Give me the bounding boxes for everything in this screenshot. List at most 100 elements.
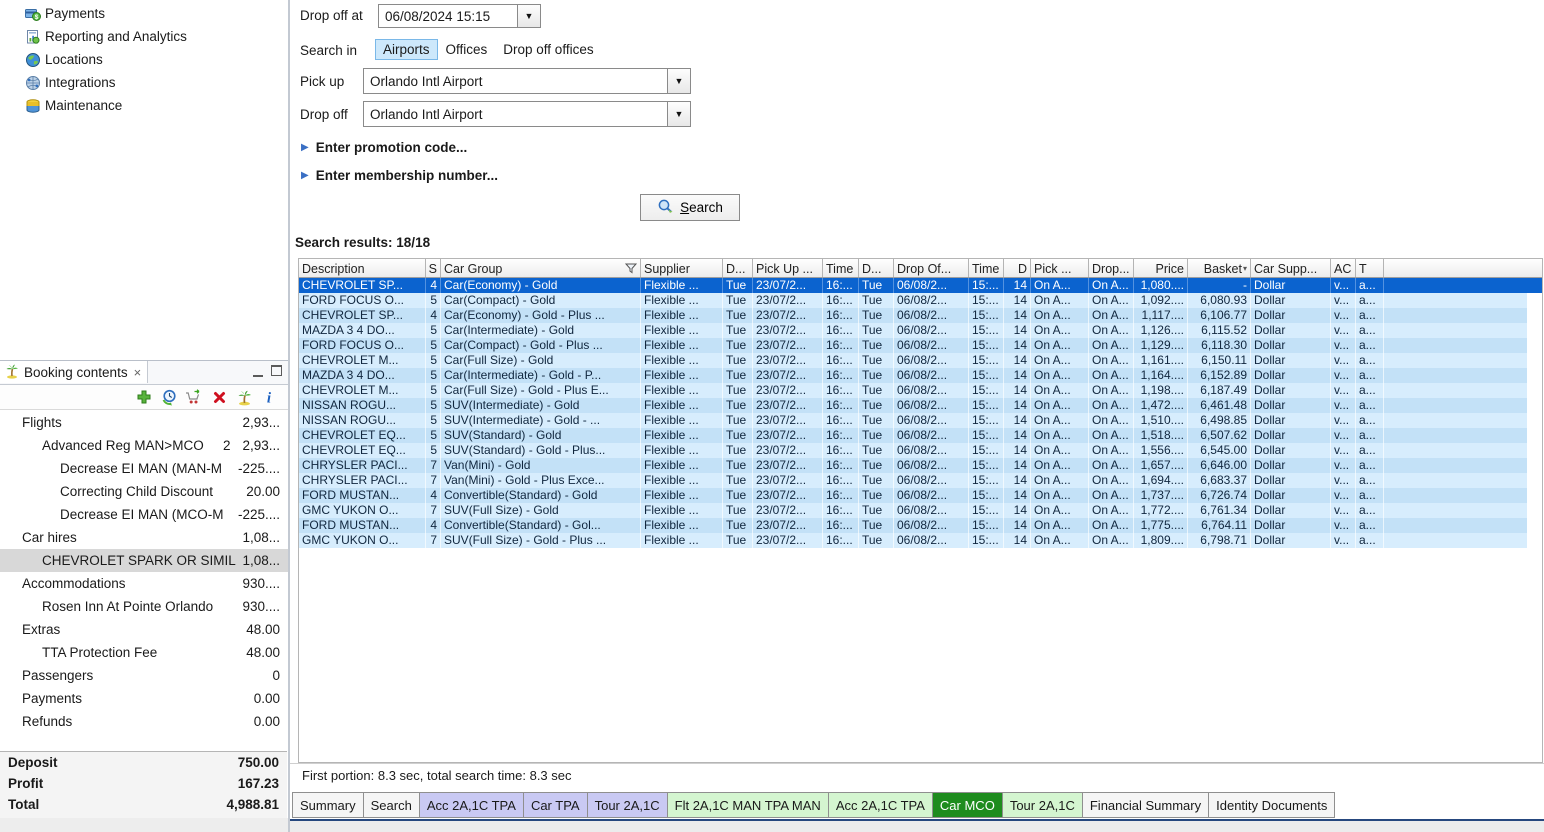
delete-icon[interactable] [210,388,228,406]
result-row[interactable]: CHRYSLER PACI... 7 Van(Mini) - Gold - Plus… [299,473,1527,488]
booking-tree-item-accommodations[interactable]: Accommodations 930.... [0,572,288,595]
booking-tree-item-decrease-ei-man-man-m[interactable]: Decrease EI MAN (MAN-M -225.... [0,457,288,480]
result-row[interactable]: CHEVROLET M... 5 Car(Full Size) - Gold Flex… [299,353,1527,368]
totals-row-total: Total 4,988.81 [8,797,279,812]
result-row[interactable]: CHEVROLET EQ... 5 SUV(Standard) - Gold Flex… [299,428,1527,443]
tab-financial-summary[interactable]: Financial Summary [1081,792,1210,818]
column-header-ac[interactable]: AC [1331,259,1356,277]
promotion-code-toggle[interactable]: ▶ Enter promotion code... [301,140,467,155]
search-in-option-drop-off-offices[interactable]: Drop off offices [495,39,601,60]
booking-tree-item-extras[interactable]: Extras 48.00 [0,618,288,641]
tab-acc-2a-1c-tpa[interactable]: Acc 2A,1C TPA [418,792,524,818]
column-header-time[interactable]: Time [823,259,859,277]
result-row[interactable]: CHEVROLET M... 5 Car(Full Size) - Gold - P… [299,383,1527,398]
column-header-description[interactable]: Description [299,259,426,277]
bottom-tab-bar: Summary Search Acc 2A,1C TPA Car TPA Tour 2A… [292,792,1336,818]
move-to-basket-icon[interactable] [185,388,203,406]
column-header-t[interactable]: T [1356,259,1384,277]
nav-item-payments[interactable]: $ Payments [0,2,288,25]
search-in-option-airports[interactable]: Airports [375,39,438,60]
chevron-down-icon[interactable]: ▼ [667,102,690,126]
results-table: Description S Car Group Supplier D... Pick Up… [298,258,1543,763]
tab-summary[interactable]: Summary [292,792,364,818]
booking-tree-item-decrease-ei-man-mco-m[interactable]: Decrease EI MAN (MCO-M -225.... [0,503,288,526]
booking-tree-item-refunds[interactable]: Refunds 0.00 [0,710,288,733]
tab-car-mco[interactable]: Car MCO [931,792,1003,818]
palm-tree-icon [4,363,20,382]
membership-number-toggle[interactable]: ▶ Enter membership number... [301,168,498,183]
result-row[interactable]: FORD FOCUS O... 5 Car(Compact) - Gold - Pl… [299,338,1527,353]
column-header-supplier[interactable]: Supplier [641,259,723,277]
tab-tour-2a-1c[interactable]: Tour 2A,1C [1001,792,1083,818]
drop-off-label: Drop off [300,107,348,122]
result-row[interactable]: CHEVROLET SP... 4 Car(Economy) - Gold - Pl… [299,308,1527,323]
booking-tree-item-advanced-reg-man-mco[interactable]: Advanced Reg MAN>MCO 2 2,93... [0,434,288,457]
nav-item-maintenance[interactable]: Maintenance [0,94,288,117]
result-row[interactable]: GMC YUKON O... 7 SUV(Full Size) - Gold Flex… [299,503,1527,518]
booking-tree-item-payments[interactable]: Payments 0.00 [0,687,288,710]
tab-car-tpa[interactable]: Car TPA [522,792,588,818]
booking-tree-item-chevrolet-spark-or-simil[interactable]: CHEVROLET SPARK OR SIMIL 1,08... [0,549,288,572]
column-header-pick-up[interactable]: Pick Up ... [753,259,823,277]
search-icon [657,198,675,217]
tab-flt-2a-1c-man-tpa-man[interactable]: Flt 2A,1C MAN TPA MAN [666,792,829,818]
refresh-availability-icon[interactable] [160,388,178,406]
column-header-d[interactable]: D... [859,259,894,277]
result-row[interactable]: MAZDA 3 4 DO... 5 Car(Intermediate) - Gold… [299,323,1527,338]
result-row[interactable]: GMC YUKON O... 7 SUV(Full Size) - Gold - P… [299,533,1527,548]
left-pane: $ Payments Reporting and Analytics Location… [0,0,288,832]
column-header-price[interactable]: Price [1134,259,1188,277]
info-icon[interactable]: i [260,388,278,406]
nav-item-reporting-and-analytics[interactable]: Reporting and Analytics [0,25,288,48]
result-row[interactable]: FORD FOCUS O... 5 Car(Compact) - Gold Flexi… [299,293,1527,308]
column-header-s[interactable]: S [426,259,441,277]
column-header-d[interactable]: D [1004,259,1031,277]
column-header-d[interactable]: D... [723,259,753,277]
nav-item-integrations[interactable]: Integrations [0,71,288,94]
close-icon[interactable]: × [134,365,142,380]
booking-tree-item-correcting-child-discount[interactable]: Correcting Child Discount 20.00 [0,480,288,503]
search-in-option-offices[interactable]: Offices [438,39,496,60]
booking-tree-item-flights[interactable]: Flights 2,93... [0,411,288,434]
column-header-filler [1384,259,1542,277]
totals-row-deposit: Deposit 750.00 [8,755,279,770]
column-header-drop-of[interactable]: Drop Of... [894,259,969,277]
booking-tree-item-tta-protection-fee[interactable]: TTA Protection Fee 48.00 [0,641,288,664]
result-row[interactable]: NISSAN ROGU... 5 SUV(Intermediate) - Gold F… [299,398,1527,413]
result-row[interactable]: MAZDA 3 4 DO... 5 Car(Intermediate) - Gold… [299,368,1527,383]
result-row[interactable]: FORD MUSTAN... 4 Convertible(Standard) - G… [299,488,1527,503]
column-header-time[interactable]: Time [969,259,1004,277]
result-row[interactable]: CHRYSLER PACI... 7 Van(Mini) - Gold Flexibl… [299,458,1527,473]
result-row[interactable]: FORD MUSTAN... 4 Convertible(Standard) - G… [299,518,1527,533]
add-item-icon[interactable] [135,388,153,406]
tab-identity-documents[interactable]: Identity Documents [1208,792,1336,818]
result-row[interactable]: NISSAN ROGU... 5 SUV(Intermediate) - Gold … [299,413,1527,428]
booking-tree-item-rosen-inn-at-pointe-orlando[interactable]: Rosen Inn At Pointe Orlando 930.... [0,595,288,618]
result-row[interactable]: CHEVROLET EQ... 5 SUV(Standard) - Gold - P… [299,443,1527,458]
booking-tree-item-passengers[interactable]: Passengers 0 [0,664,288,687]
holiday-palm-icon[interactable] [235,388,253,406]
booking-tree-item-car-hires[interactable]: Car hires 1,08... [0,526,288,549]
minimize-button[interactable] [253,365,263,377]
tab-tour-2a-1c[interactable]: Tour 2A,1C [586,792,668,818]
column-header-pick[interactable]: Pick ... [1031,259,1089,277]
column-header-drop[interactable]: Drop... [1089,259,1134,277]
column-header-car-group[interactable]: Car Group [441,259,641,277]
pick-up-label: Pick up [300,74,345,89]
booking-contents-tab[interactable]: Booking contents × [0,361,149,383]
tab-acc-2a-1c-tpa[interactable]: Acc 2A,1C TPA [827,792,933,818]
booking-totals: Deposit 750.00 Profit 167.23 Total 4,988.81 [0,751,287,819]
chevron-down-icon[interactable]: ▼ [517,5,540,27]
nav-item-locations[interactable]: Locations [0,48,288,71]
search-button[interactable]: Search [640,194,740,221]
column-header-basket[interactable]: Basket ▾ [1188,259,1251,277]
column-header-car-supp[interactable]: Car Supp... [1251,259,1331,277]
maximize-button[interactable] [271,365,282,376]
maintenance-icon [24,98,41,114]
pick-up-combo[interactable]: Orlando Intl Airport ▼ [363,68,691,94]
drop-off-combo[interactable]: Orlando Intl Airport ▼ [363,101,691,127]
tab-search[interactable]: Search [362,792,420,818]
result-row[interactable]: CHEVROLET SP... 4 Car(Economy) - Gold Flexi… [299,278,1542,293]
drop-off-at-combo[interactable]: 06/08/2024 15:15 ▼ [378,4,541,28]
chevron-down-icon[interactable]: ▼ [667,69,690,93]
